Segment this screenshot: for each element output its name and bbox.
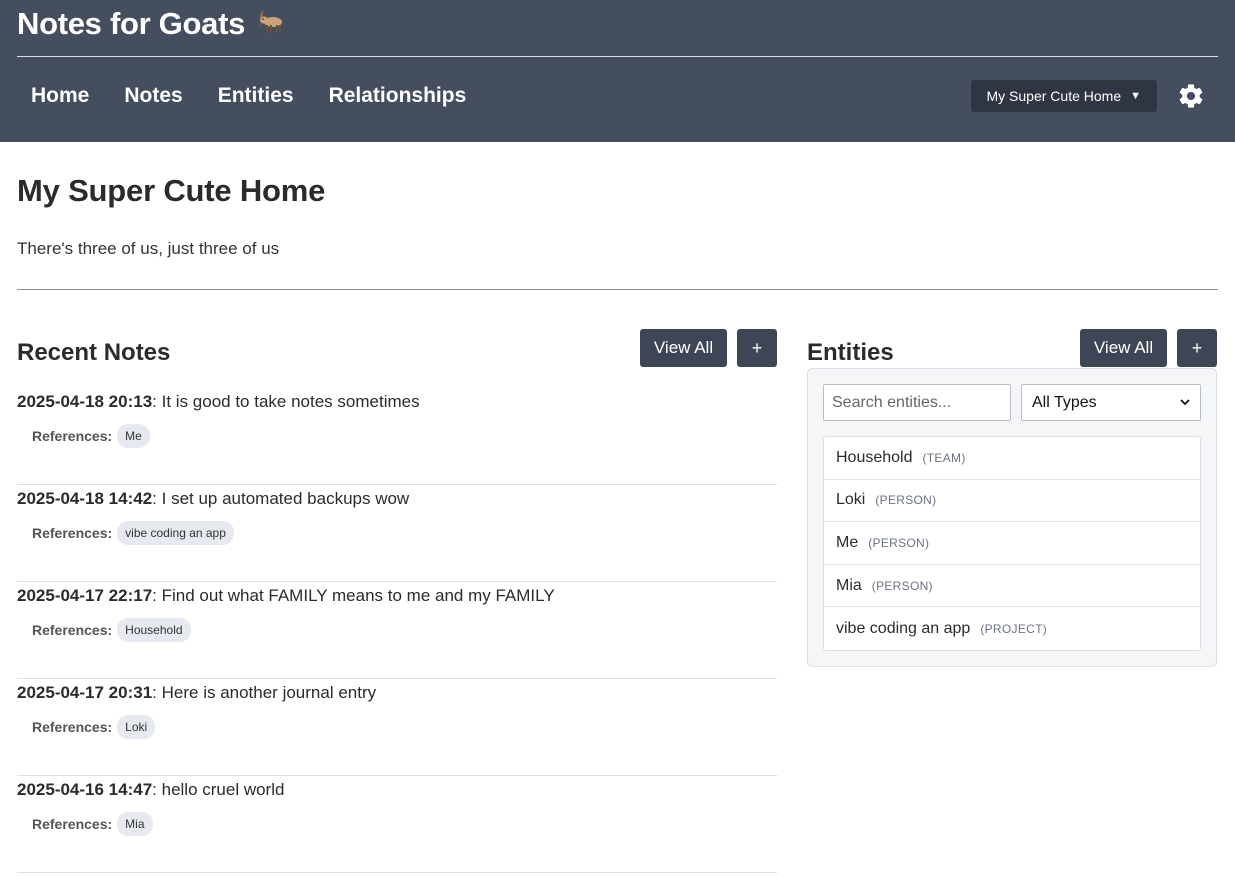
entity-list: Household (TEAM) Loki (PERSON) Me (PERSON) Mia… [823, 436, 1201, 651]
entity-type: (PROJECT) [980, 621, 1048, 636]
note-item[interactable]: 2025-04-18 20:13: It is good to take not… [17, 388, 777, 485]
brand-row: Notes for Goats [17, 0, 1218, 57]
note-text: : hello cruel world [152, 780, 285, 799]
recent-notes-section: Recent Notes View All + 2025-04-18 20:13… [17, 328, 777, 873]
app-title[interactable]: Notes for Goats [17, 6, 245, 42]
reference-tag[interactable]: vibe coding an app [117, 521, 234, 545]
note-references: References: Me [17, 424, 777, 448]
entity-name: vibe coding an app [836, 619, 971, 637]
reference-tag[interactable]: Loki [117, 715, 156, 739]
entity-search-input[interactable] [823, 384, 1011, 421]
note-date[interactable]: 2025-04-17 20:31 [17, 683, 152, 702]
entity-type: (PERSON) [871, 578, 933, 593]
nav-entities[interactable]: Entities [218, 84, 294, 108]
caret-down-icon: ▼ [1130, 90, 1141, 102]
project-selector[interactable]: My Super Cute Home ▼ [970, 80, 1157, 112]
entity-item[interactable]: vibe coding an app (PROJECT) [824, 607, 1200, 650]
note-references: References: Loki [17, 715, 777, 739]
note-date[interactable]: 2025-04-16 14:47 [17, 780, 152, 799]
references-label: References: [32, 428, 113, 444]
entity-item[interactable]: Household (TEAM) [824, 437, 1200, 480]
reference-tag[interactable]: Mia [117, 812, 153, 836]
note-references: References: vibe coding an app [17, 521, 777, 545]
entities-section: Entities View All + All Types Household (… [807, 328, 1217, 873]
references-label: References: [32, 816, 113, 832]
main-content: My Super Cute Home There's three of us, … [0, 173, 1235, 873]
entity-item[interactable]: Loki (PERSON) [824, 480, 1200, 523]
reference-tag[interactable]: Me [117, 424, 150, 448]
page-title: My Super Cute Home [17, 173, 326, 208]
note-line: 2025-04-18 14:42: I set up automated bac… [17, 489, 777, 509]
project-selector-value: My Super Cute Home [986, 88, 1122, 104]
note-references: References: Household [17, 618, 777, 642]
recent-notes-title: Recent Notes [17, 339, 171, 366]
top-bar: Notes for Goats Home Notes Entities Rela… [0, 0, 1235, 142]
note-line: 2025-04-17 22:17: Find out what FAMILY m… [17, 586, 777, 606]
add-entity-button[interactable]: + [1177, 329, 1217, 367]
entities-view-all-button[interactable]: View All [1080, 329, 1167, 367]
reference-tag[interactable]: Household [117, 618, 191, 642]
main-nav: Home Notes Entities Relationships My Sup… [17, 57, 1218, 135]
note-item[interactable]: 2025-04-18 14:42: I set up automated bac… [17, 485, 777, 582]
entity-type: (TEAM) [922, 450, 966, 465]
note-text: : Here is another journal entry [152, 683, 377, 702]
note-line: 2025-04-18 20:13: It is good to take not… [17, 392, 777, 412]
entity-name: Household [836, 448, 913, 466]
nav-relationships[interactable]: Relationships [329, 84, 467, 108]
note-line: 2025-04-16 14:47: hello cruel world [17, 780, 777, 800]
page-description: There's three of us, just three of us [17, 239, 280, 258]
entity-item[interactable]: Mia (PERSON) [824, 565, 1200, 608]
references-label: References: [32, 525, 113, 541]
chevron-down-icon [1180, 399, 1190, 406]
references-label: References: [32, 622, 113, 638]
note-date[interactable]: 2025-04-18 20:13 [17, 392, 152, 411]
divider [17, 289, 1218, 290]
entity-name: Mia [836, 576, 862, 594]
entity-item[interactable]: Me (PERSON) [824, 522, 1200, 565]
nav-home[interactable]: Home [31, 84, 89, 108]
references-label: References: [32, 719, 113, 735]
entity-type-filter-value: All Types [1032, 393, 1097, 411]
nav-notes[interactable]: Notes [124, 84, 182, 108]
entities-title: Entities [807, 339, 894, 366]
notes-list: 2025-04-18 20:13: It is good to take not… [17, 388, 777, 873]
notes-view-all-button[interactable]: View All [640, 329, 727, 367]
add-note-button[interactable]: + [737, 329, 777, 367]
note-date[interactable]: 2025-04-17 22:17 [17, 586, 152, 605]
note-date[interactable]: 2025-04-18 14:42 [17, 489, 152, 508]
entity-name: Me [836, 533, 859, 551]
note-item[interactable]: 2025-04-17 22:17: Find out what FAMILY m… [17, 582, 777, 679]
goat-icon [255, 9, 285, 40]
entity-panel: All Types Household (TEAM) Loki (PERSON) Me (… [807, 368, 1217, 667]
note-text: : Find out what FAMILY means to me and m… [152, 586, 555, 605]
entity-type: (PERSON) [868, 535, 930, 550]
note-references: References: Mia [17, 812, 777, 836]
note-item[interactable]: 2025-04-17 20:31: Here is another journa… [17, 679, 777, 776]
note-text: : I set up automated backups wow [152, 489, 410, 508]
entity-type: (PERSON) [875, 493, 937, 508]
note-item[interactable]: 2025-04-16 14:47: hello cruel world Refer… [17, 776, 777, 873]
note-line: 2025-04-17 20:31: Here is another journa… [17, 683, 777, 703]
gear-icon[interactable] [1177, 82, 1205, 110]
entity-name: Loki [836, 491, 866, 509]
note-text: : It is good to take notes sometimes [152, 392, 420, 411]
entity-type-filter[interactable]: All Types [1021, 384, 1201, 421]
